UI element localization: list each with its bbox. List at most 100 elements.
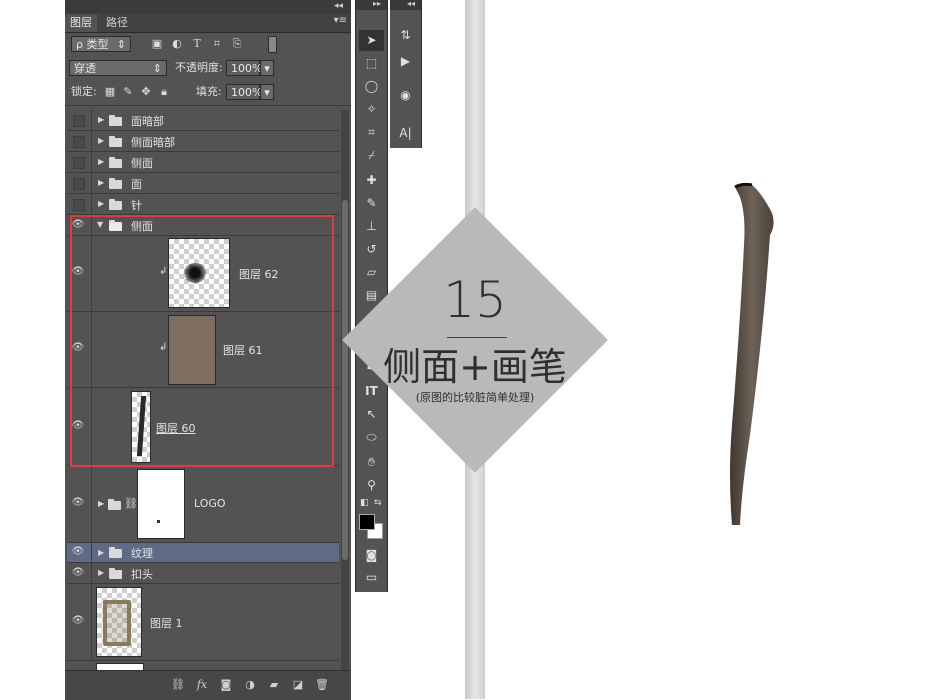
- eye-icon[interactable]: 👁︎: [67, 497, 89, 508]
- shape-filter-icon[interactable]: ⌗: [209, 36, 225, 52]
- marquee-tool-icon[interactable]: ⬚: [359, 53, 384, 74]
- expand-triangle-icon[interactable]: ▶: [98, 568, 104, 577]
- row-separator: [91, 131, 92, 151]
- select-arrow-icon: ⇕: [116, 38, 126, 51]
- blend-mode-select[interactable]: 穿透 ⇕: [69, 60, 167, 76]
- lock-image-brush-icon[interactable]: ✎: [121, 84, 135, 100]
- expand-triangle-icon[interactable]: ▶: [98, 199, 104, 208]
- layer-row[interactable]: 👁︎ ▶ ⛓︎ LOGO: [67, 466, 339, 543]
- lock-position-move-icon[interactable]: ✥: [139, 84, 153, 100]
- folder-icon: [108, 499, 121, 510]
- filter-kind-select[interactable]: ρ 类型 ⇕: [71, 36, 131, 52]
- folder-icon: [109, 136, 122, 147]
- add-mask-icon[interactable]: ◙: [217, 677, 235, 693]
- history-brush-tool-icon[interactable]: ↺: [359, 239, 384, 260]
- new-layer-icon[interactable]: ◪: [289, 677, 307, 693]
- character-panel-icon[interactable]: A|: [394, 122, 417, 144]
- row-separator: [91, 584, 92, 660]
- layer-row[interactable]: ▶ 侧面暗部: [67, 131, 339, 152]
- eye-icon[interactable]: 👁︎: [67, 546, 89, 557]
- row-separator: [91, 543, 92, 562]
- trash-icon[interactable]: 🗑︎: [313, 677, 331, 693]
- lock-all-icon[interactable]: 🔒︎: [157, 84, 171, 100]
- layer-row[interactable]: 👁︎ ▶ 扣头: [67, 563, 339, 584]
- expand-triangle-icon[interactable]: ▶: [98, 548, 104, 557]
- folder-icon: [109, 115, 122, 126]
- lasso-tool-icon[interactable]: ◯: [359, 76, 384, 97]
- zoom-tool-icon[interactable]: ⚲: [359, 475, 384, 496]
- swap-colors-icon[interactable]: ⇆: [374, 498, 382, 508]
- filter-toggle-switch[interactable]: [268, 36, 277, 53]
- layer-row[interactable]: 👁︎ 图层 1: [67, 584, 339, 661]
- layer-name: 扣头: [131, 568, 153, 581]
- layer-thumbnail: [96, 587, 142, 657]
- adjustment-layer-icon[interactable]: ◑: [241, 677, 259, 693]
- path-selection-tool-icon[interactable]: ↖: [359, 404, 384, 425]
- move-tool-icon[interactable]: ➤: [359, 30, 384, 51]
- new-group-icon[interactable]: ▰: [265, 677, 283, 693]
- ellipse-tool-icon[interactable]: ⬭: [359, 427, 384, 448]
- visibility-toggle-empty[interactable]: [73, 115, 85, 127]
- visibility-toggle-empty[interactable]: [73, 136, 85, 148]
- clone-stamp-tool-icon[interactable]: ⊥: [359, 216, 384, 237]
- pixel-filter-icon[interactable]: ▣: [149, 36, 165, 52]
- strap-illustration: [730, 182, 774, 525]
- quick-mask-icon[interactable]: ◙: [359, 545, 384, 566]
- fill-dropdown-icon[interactable]: ▾: [260, 84, 274, 100]
- screen-mode-icon[interactable]: ▭: [359, 567, 384, 588]
- brush-panel-icon[interactable]: ◉: [394, 84, 417, 106]
- brush-tool-icon[interactable]: ✎: [359, 193, 384, 214]
- folder-icon: [109, 178, 122, 189]
- panel-collapse-strip[interactable]: ◂◂: [65, 0, 351, 14]
- tab-paths[interactable]: 路径: [101, 14, 133, 32]
- visibility-toggle-empty[interactable]: [73, 157, 85, 169]
- collapse-icon[interactable]: ◂◂: [334, 1, 343, 11]
- expand-triangle-icon[interactable]: ▶: [98, 115, 104, 124]
- opacity-input[interactable]: 100%: [226, 60, 262, 76]
- opacity-dropdown-icon[interactable]: ▾: [260, 60, 274, 76]
- tab-layers[interactable]: 图层: [65, 14, 97, 32]
- eyedropper-tool-icon[interactable]: ⌿: [359, 145, 384, 166]
- strap-shape: [730, 183, 774, 525]
- layer-name: LOGO: [194, 497, 226, 510]
- expand-triangle-icon[interactable]: ▶: [98, 178, 104, 187]
- blend-row: 穿透 ⇕ 不透明度: 100% ▾: [65, 57, 351, 81]
- layer-row[interactable]: ▶ 针: [67, 194, 339, 215]
- adjustment-filter-icon[interactable]: ◐: [169, 36, 185, 52]
- tools-grip[interactable]: ▸▸: [356, 0, 387, 10]
- smart-object-filter-icon[interactable]: ⎘: [229, 36, 245, 52]
- fx-icon[interactable]: fx: [193, 677, 211, 693]
- layer-name: 面暗部: [131, 115, 164, 128]
- actions-play-icon[interactable]: ▶: [394, 50, 417, 72]
- scrollbar-thumb[interactable]: [342, 200, 348, 560]
- visibility-toggle-empty[interactable]: [73, 199, 85, 211]
- layer-row[interactable]: ▶ 面暗部: [67, 110, 339, 131]
- expand-triangle-icon[interactable]: ▶: [98, 136, 104, 145]
- layer-row[interactable]: ▶ 侧面: [67, 152, 339, 173]
- link-layers-icon[interactable]: ⛓︎: [169, 677, 187, 693]
- history-panel-icon[interactable]: ⇅: [394, 24, 417, 46]
- fill-input[interactable]: 100%: [226, 84, 262, 100]
- lock-transparent-icon[interactable]: ▦: [103, 84, 117, 100]
- eye-icon[interactable]: 👁︎: [67, 615, 89, 626]
- layer-row[interactable]: ▶ 面: [67, 173, 339, 194]
- crop-tool-icon[interactable]: ⌗: [359, 122, 384, 143]
- logo-preview-dot: [157, 520, 160, 523]
- foreground-color-swatch[interactable]: [359, 514, 375, 530]
- layer-row-selected[interactable]: 👁︎ ▶ 纹理: [67, 543, 339, 563]
- expand-triangle-icon[interactable]: ▶: [98, 499, 104, 508]
- right-dock: ◂◂ ⇅ ▶ ◉ A|: [390, 0, 422, 148]
- hand-tool-icon[interactable]: ✋︎: [359, 452, 384, 473]
- panel-menu-icon[interactable]: ▾≡: [334, 15, 347, 26]
- eye-icon[interactable]: 👁︎: [67, 567, 89, 578]
- default-colors-icon[interactable]: ◧: [360, 498, 369, 508]
- layer-name: 纹理: [131, 547, 153, 560]
- expand-triangle-icon[interactable]: ▶: [98, 157, 104, 166]
- healing-brush-tool-icon[interactable]: ✚: [359, 170, 384, 191]
- magic-wand-tool-icon[interactable]: ✧: [359, 99, 384, 120]
- dock-grip[interactable]: ◂◂: [390, 0, 421, 10]
- layer-thumbnail: [137, 469, 185, 539]
- visibility-toggle-empty[interactable]: [73, 178, 85, 190]
- step-number: 15: [443, 271, 507, 329]
- type-filter-icon[interactable]: T: [189, 36, 205, 52]
